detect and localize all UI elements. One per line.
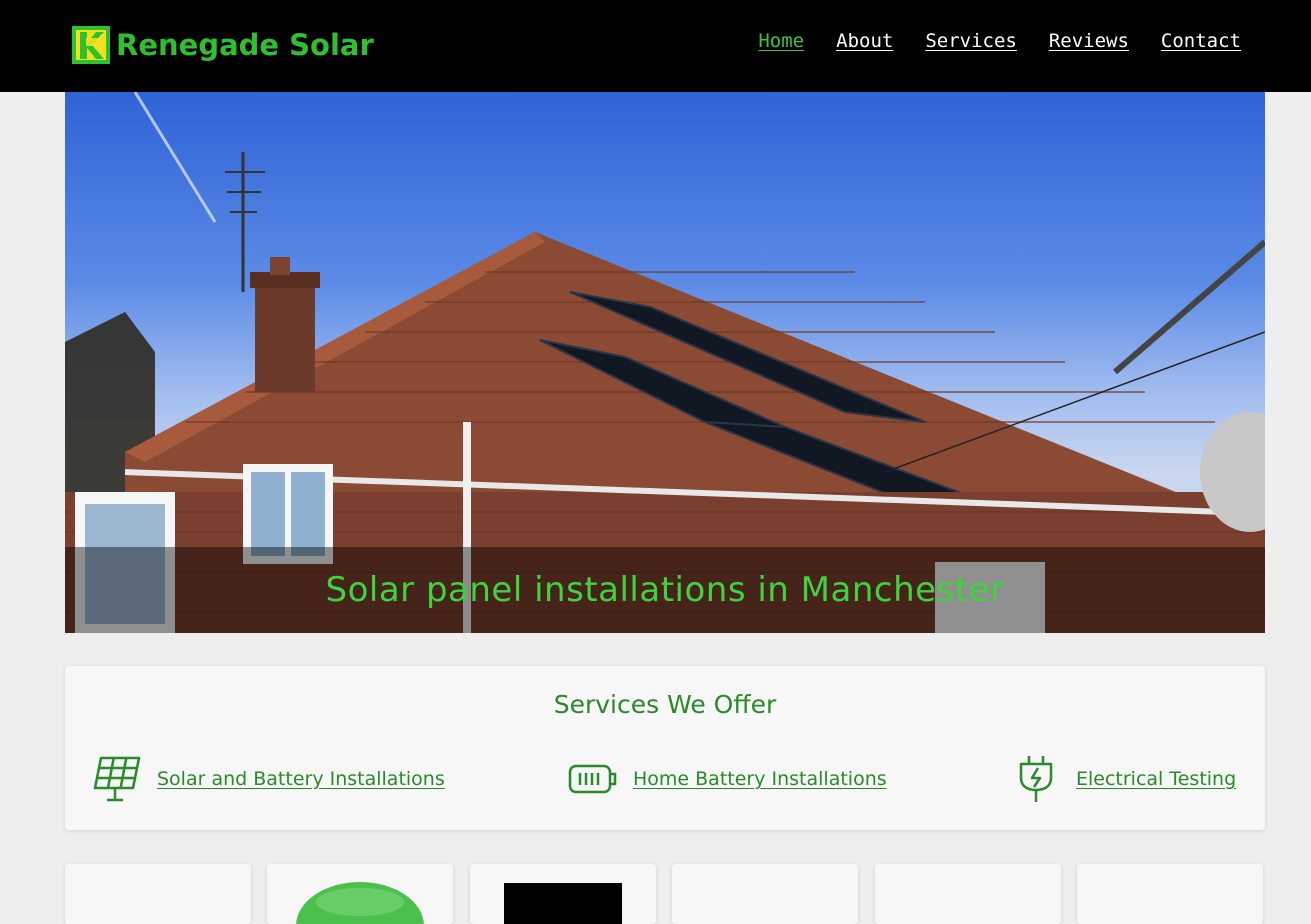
logo-mark-icon (72, 26, 110, 64)
nav-services[interactable]: Services (925, 30, 1017, 52)
logo[interactable]: Renegade Solar (72, 24, 374, 66)
nav-reviews[interactable]: Reviews (1049, 30, 1129, 52)
battery-icon (568, 764, 617, 794)
hero-title: Solar panel installations in Manchester (325, 570, 1005, 610)
plug-icon (1019, 756, 1053, 802)
gallery-card[interactable] (267, 864, 453, 924)
main-nav: Home About Services Reviews Contact (758, 30, 1241, 52)
logo-text: Renegade Solar (116, 28, 374, 62)
gallery-card[interactable] (65, 864, 251, 924)
hero-banner: Solar panel installations in Manchester (65, 92, 1265, 633)
gallery-card[interactable] (1077, 864, 1263, 924)
solar-panel-icon (93, 756, 141, 802)
gallery-card[interactable] (875, 864, 1061, 924)
hero-caption: Solar panel installations in Manchester (65, 547, 1265, 633)
services-panel: Services We Offer Solar and Battery Inst… (65, 666, 1265, 830)
green-circle-image (296, 882, 424, 924)
nav-home[interactable]: Home (758, 30, 804, 52)
service-electrical-testing[interactable]: Electrical Testing (1010, 754, 1236, 804)
service-label-home-battery[interactable]: Home Battery Installations (633, 768, 887, 790)
service-home-battery[interactable]: Home Battery Installations (567, 754, 887, 804)
site-header: Renegade Solar Home About Services Revie… (0, 0, 1311, 92)
service-label-solar-battery[interactable]: Solar and Battery Installations (157, 768, 445, 790)
service-label-electrical-testing[interactable]: Electrical Testing (1076, 768, 1236, 790)
dark-image (504, 883, 622, 924)
nav-about[interactable]: About (836, 30, 893, 52)
service-solar-battery[interactable]: Solar and Battery Installations (91, 754, 445, 804)
gallery-card[interactable] (470, 864, 656, 924)
gallery-card[interactable] (672, 864, 858, 924)
nav-contact[interactable]: Contact (1161, 30, 1241, 52)
services-title: Services We Offer (553, 690, 777, 719)
